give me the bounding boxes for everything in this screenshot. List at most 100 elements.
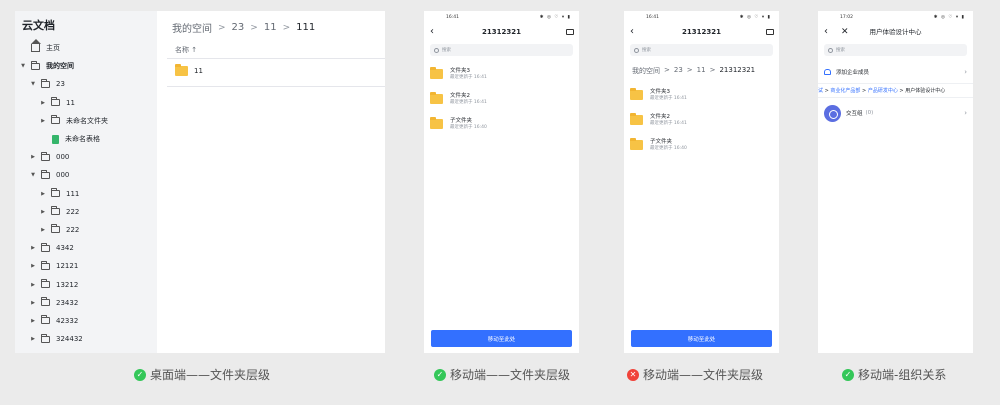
- caption-text: 桌面端——文件夹层级: [150, 368, 271, 382]
- search-icon: [634, 47, 639, 53]
- breadcrumb-current: 21312321: [719, 66, 756, 74]
- tree-item[interactable]: ▶ 111: [15, 185, 157, 203]
- folder-icon: [31, 60, 40, 70]
- caret-right-icon[interactable]: ▶: [39, 209, 47, 215]
- tree-item-label: 我的空间: [46, 62, 74, 71]
- caret-down-icon[interactable]: ▼: [29, 81, 37, 87]
- item-meta: 最近更新于 16:41: [450, 75, 487, 80]
- folder-icon: [430, 92, 443, 104]
- nav-bar: ‹ ✕ 用户体验设计中心: [818, 25, 973, 39]
- divider: [167, 86, 385, 87]
- tree-item[interactable]: ▼ 23: [15, 75, 157, 93]
- tree-item[interactable]: ▶ 222: [15, 221, 157, 239]
- tree-item[interactable]: 未命名表格: [15, 130, 157, 148]
- list-item[interactable]: 11: [175, 64, 203, 76]
- tree-item[interactable]: ▼ 000: [15, 166, 157, 184]
- name-column-header[interactable]: 名称 ↑: [175, 45, 197, 55]
- move-here-button[interactable]: 移动至此处: [431, 330, 572, 347]
- tree-item[interactable]: ▶ 42332: [15, 312, 157, 330]
- tree-item[interactable]: ▶ 000: [15, 148, 157, 166]
- folder-icon: [41, 279, 50, 289]
- list-item[interactable]: 文件夹3 最近更新于 16:41: [630, 88, 687, 102]
- item-name: 子文件夹: [650, 139, 673, 145]
- tree-item[interactable]: ▼ 我的空间: [15, 57, 157, 75]
- spreadsheet-icon: [52, 134, 59, 144]
- breadcrumb-item[interactable]: 11: [264, 22, 277, 33]
- tree-item[interactable]: ▶ 12121: [15, 257, 157, 275]
- chevron-right-icon: >: [709, 66, 716, 74]
- caret-right-icon[interactable]: ▶: [29, 336, 37, 342]
- caret-right-icon[interactable]: ▶: [39, 100, 47, 106]
- caret-right-icon[interactable]: ▶: [39, 191, 47, 197]
- item-meta: 最近更新于 16:40: [650, 146, 687, 151]
- search-placeholder: 搜索: [642, 48, 651, 53]
- breadcrumb: 我的空间 > 23 > 11 > 111: [172, 20, 315, 35]
- breadcrumb-root[interactable]: 我的空间: [632, 66, 660, 76]
- home-icon: [31, 39, 41, 53]
- breadcrumb-item[interactable]: 23: [232, 22, 245, 33]
- caret-down-icon[interactable]: ▼: [19, 63, 27, 69]
- org-group-icon: [824, 104, 841, 122]
- breadcrumb-item[interactable]: 产品研发中心: [868, 88, 898, 94]
- add-member-icon: [824, 69, 831, 75]
- tree-item-label: 12121: [56, 262, 79, 271]
- group-row[interactable]: 交互组 (0) ›: [818, 104, 973, 122]
- tree-item[interactable]: ▶ 4342: [15, 239, 157, 257]
- list-item[interactable]: 文件夹2 最近更新于 16:41: [430, 92, 487, 106]
- new-folder-icon[interactable]: [566, 29, 574, 35]
- caret-right-icon[interactable]: ▶: [29, 245, 37, 251]
- tree-item[interactable]: ▶ 23432: [15, 294, 157, 312]
- breadcrumb-item[interactable]: 试: [818, 88, 823, 94]
- list-item[interactable]: 文件夹3 最近更新于 16:41: [430, 67, 487, 81]
- breadcrumb-item[interactable]: 11: [697, 66, 706, 76]
- page-title: 21312321: [482, 28, 521, 36]
- tree-item[interactable]: ▶ 未命名文件夹: [15, 112, 157, 130]
- caret-right-icon[interactable]: ▶: [29, 154, 37, 160]
- new-folder-icon[interactable]: [766, 29, 774, 35]
- search-input[interactable]: 搜索: [630, 44, 773, 56]
- tree-item[interactable]: ▶ 11: [15, 94, 157, 112]
- search-icon: [828, 47, 833, 53]
- search-icon: [434, 47, 439, 53]
- caption-text: 移动端——文件夹层级: [643, 368, 764, 382]
- nav-bar: ‹ 21312321: [424, 25, 579, 39]
- chevron-right-icon: ›: [964, 68, 967, 76]
- status-icons: ✱ ◎ ♡ ▾ ▮: [539, 15, 571, 20]
- desktop-panel: 云文档 主页 ▼ 我的空间 ▼ 23 ▶ 11 ▶ 未命名文件夹 未命名表格 ▶ 000 ▼ 000 ▶ 11…: [15, 11, 385, 353]
- breadcrumb-item[interactable]: 商业化产品部: [830, 88, 860, 94]
- item-name: 文件夹2: [450, 93, 470, 99]
- tree-item[interactable]: ▶ 13212: [15, 275, 157, 293]
- list-item[interactable]: 文件夹2 最近更新于 16:41: [630, 113, 687, 127]
- item-name: 文件夹3: [450, 68, 470, 74]
- caret-right-icon[interactable]: ▶: [29, 263, 37, 269]
- tree-item[interactable]: ▶ 222: [15, 203, 157, 221]
- search-placeholder: 搜索: [442, 48, 451, 53]
- folder-icon: [430, 67, 443, 79]
- breadcrumb-item[interactable]: 23: [674, 66, 683, 76]
- breadcrumb-current: 111: [296, 22, 316, 33]
- move-here-button[interactable]: 移动至此处: [631, 330, 772, 347]
- search-input[interactable]: 搜索: [824, 44, 967, 56]
- caret-right-icon[interactable]: ▶: [39, 227, 47, 233]
- tree-item[interactable]: ▶ 324432: [15, 330, 157, 348]
- caret-right-icon[interactable]: ▶: [29, 318, 37, 324]
- caret-right-icon[interactable]: ▶: [29, 300, 37, 306]
- tree-item-label: 未命名表格: [65, 135, 100, 144]
- breadcrumb-root[interactable]: 我的空间: [172, 20, 212, 35]
- search-input[interactable]: 搜索: [430, 44, 573, 56]
- folder-icon: [41, 315, 50, 325]
- list-item[interactable]: 子文件夹 最近更新于 16:40: [430, 117, 487, 131]
- folder-icon: [41, 242, 50, 252]
- folder-icon: [51, 224, 60, 234]
- tree-item[interactable]: 主页: [15, 39, 157, 57]
- folder-icon: [41, 169, 50, 179]
- group-name: 交互组: [846, 111, 863, 117]
- add-member-row[interactable]: 添加企业成员 ›: [818, 66, 973, 78]
- caret-down-icon[interactable]: ▼: [29, 172, 37, 178]
- folder-icon: [51, 97, 60, 107]
- caret-right-icon[interactable]: ▶: [29, 282, 37, 288]
- caret-right-icon[interactable]: ▶: [39, 118, 47, 124]
- page-title: 21312321: [682, 28, 721, 36]
- item-meta: 最近更新于 16:41: [450, 100, 487, 105]
- list-item[interactable]: 子文件夹 最近更新于 16:40: [630, 138, 687, 152]
